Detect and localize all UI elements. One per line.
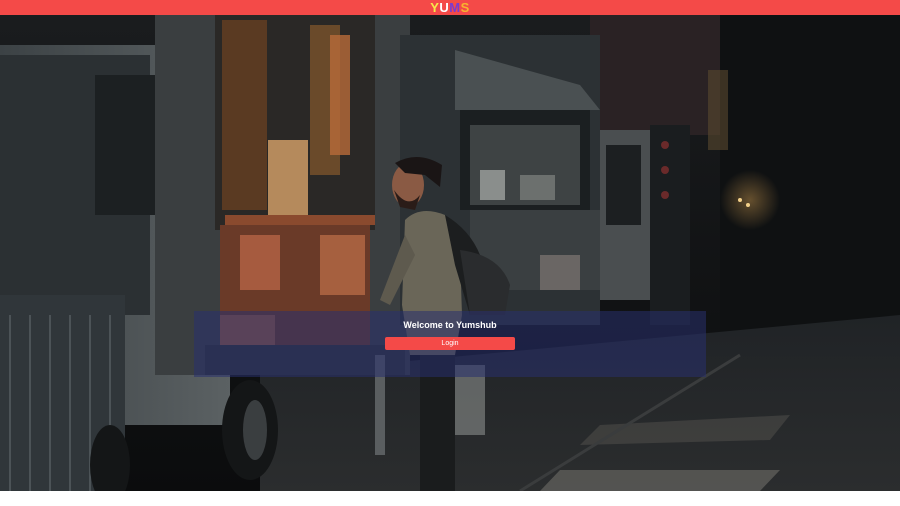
logo-letter-y: Y: [430, 0, 440, 15]
welcome-title: Welcome to Yumshub: [403, 320, 497, 330]
page-bottom-area: [0, 491, 900, 506]
welcome-panel: Welcome to Yumshub Login: [194, 311, 706, 377]
top-navbar: YUMS: [0, 0, 900, 15]
hero-background-photo: Welcome to Yumshub Login: [0, 15, 900, 491]
yums-logo[interactable]: YUMS: [430, 0, 470, 15]
login-button[interactable]: Login: [385, 337, 515, 350]
logo-letter-u: U: [439, 0, 450, 15]
food-truck-scene: [0, 15, 900, 491]
logo-letter-m: M: [449, 0, 461, 15]
logo-letter-s: S: [460, 0, 470, 15]
